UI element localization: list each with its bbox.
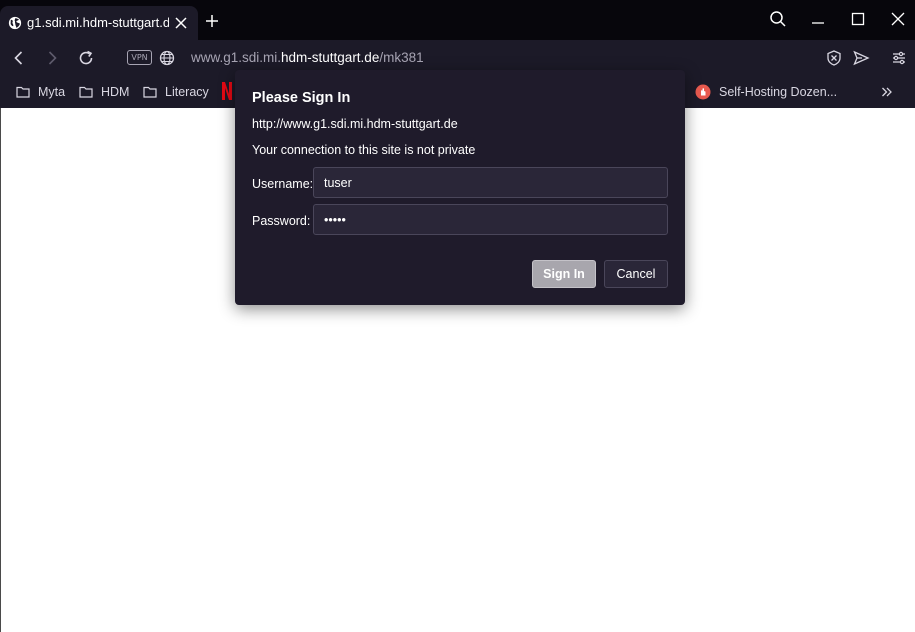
netflix-logo-icon[interactable] xyxy=(222,82,232,100)
chevron-double-right-icon[interactable] xyxy=(880,85,894,99)
maximize-icon[interactable] xyxy=(849,10,867,28)
password-label: Password: xyxy=(252,214,311,228)
tab-active[interactable]: g1.sdi.mi.hdm-stuttgart.de/ xyxy=(0,6,198,40)
bookmark-label: Literacy xyxy=(165,85,209,99)
tab-title: g1.sdi.mi.hdm-stuttgart.de/ xyxy=(27,15,169,30)
new-tab-icon[interactable] xyxy=(204,13,220,29)
sign-in-button[interactable]: Sign In xyxy=(532,260,596,288)
cancel-button[interactable]: Cancel xyxy=(604,260,668,288)
bookmark-label: HDM xyxy=(101,85,130,99)
close-window-icon[interactable] xyxy=(889,10,907,28)
bookmark-self-hosting[interactable]: Self-Hosting Dozen... xyxy=(695,84,837,100)
dialog-title: Please Sign In xyxy=(252,90,351,106)
url-path: /mk381 xyxy=(379,50,424,65)
bookmark-label: Myta xyxy=(38,85,66,99)
bookmark-label: Self-Hosting Dozen... xyxy=(719,85,838,99)
dialog-origin: http://www.g1.sdi.mi.hdm-stuttgart.de xyxy=(252,117,458,131)
username-input[interactable] xyxy=(313,167,668,198)
sign-in-dialog: Please Sign In http://www.g1.sdi.mi.hdm-… xyxy=(235,70,685,305)
minimize-icon[interactable] xyxy=(809,10,827,28)
address-bar[interactable]: www.g1.sdi.mi.hdm-stuttgart.de/mk381 xyxy=(191,50,424,66)
reload-icon[interactable] xyxy=(77,49,95,67)
url-prefix: www.g1.sdi.mi. xyxy=(191,50,282,65)
bookmark-folder-myta[interactable]: Myta xyxy=(16,84,65,100)
password-input[interactable] xyxy=(313,204,668,235)
search-icon[interactable] xyxy=(769,10,787,28)
vpn-badge[interactable]: VPN xyxy=(127,50,152,65)
folder-icon xyxy=(16,86,30,98)
username-label: Username: xyxy=(252,177,314,191)
globe-icon xyxy=(8,16,22,30)
folder-icon xyxy=(143,86,157,98)
forward-icon[interactable] xyxy=(43,49,61,67)
adblock-shield-icon[interactable] xyxy=(825,49,843,67)
close-tab-icon[interactable] xyxy=(174,16,188,30)
globe-icon[interactable] xyxy=(158,49,176,67)
dialog-warning: Your connection to this site is not priv… xyxy=(252,143,476,157)
folder-icon xyxy=(79,86,93,98)
send-icon[interactable] xyxy=(852,49,870,67)
back-icon[interactable] xyxy=(10,49,28,67)
bookmark-folder-literacy[interactable]: Literacy xyxy=(143,84,209,100)
url-host: hdm-stuttgart.de xyxy=(281,50,380,65)
tab-strip: g1.sdi.mi.hdm-stuttgart.de/ xyxy=(0,0,915,40)
bookmark-folder-hdm[interactable]: HDM xyxy=(79,84,129,100)
easy-setup-icon[interactable] xyxy=(890,49,908,67)
site-favicon xyxy=(695,84,711,100)
